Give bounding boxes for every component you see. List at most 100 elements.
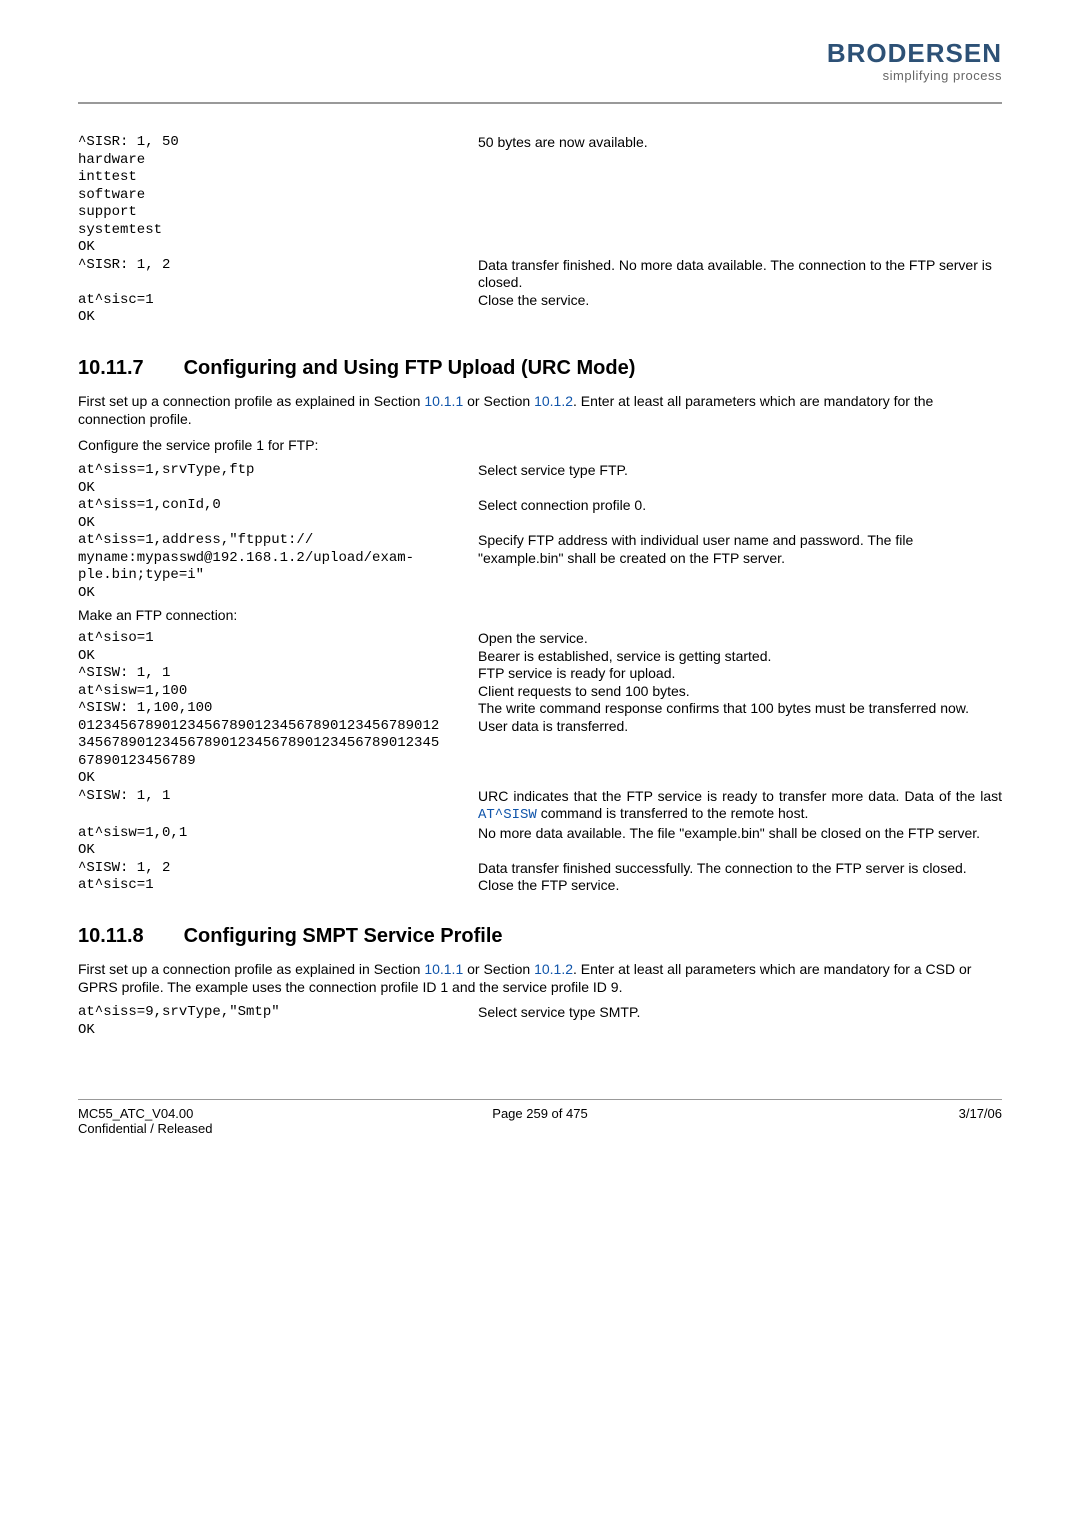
code-explain-row: OK: [78, 480, 1002, 498]
explanation-text: User data is transferred.: [478, 718, 1002, 771]
terminal-text: OK: [78, 480, 478, 498]
section-number: 10.11.8: [78, 925, 178, 948]
text: First set up a connection profile as exp…: [78, 961, 424, 977]
code-explain-row: at^siss=1,srvType,ftpSelect service type…: [78, 462, 1002, 480]
text: or Section: [463, 393, 534, 409]
explanation-text: Close the FTP service.: [478, 877, 1002, 895]
code-explain-row: ^SISW: 1,100,100The write command respon…: [78, 700, 1002, 718]
terminal-text: software: [78, 187, 478, 205]
explanation-text: [478, 222, 1002, 240]
make-connection-line: Make an FTP connection:: [78, 606, 1002, 624]
code-explain-row: OK: [78, 770, 1002, 788]
terminal-text: ^SISW: 1,100,100: [78, 700, 478, 718]
terminal-text: inttest: [78, 169, 478, 187]
code-explain-row: systemtest: [78, 222, 1002, 240]
terminal-text: systemtest: [78, 222, 478, 240]
section-heading-10-11-8: 10.11.8 Configuring SMPT Service Profile: [78, 925, 1002, 948]
code-explain-row: at^sisw=1,0,1No more data available. The…: [78, 825, 1002, 843]
xref-link[interactable]: 10.1.1: [424, 961, 463, 977]
code-explain-block-conn: at^siso=1Open the service.OKBearer is es…: [78, 630, 1002, 895]
explanation-text: 50 bytes are now available.: [478, 134, 1002, 152]
code-explain-block-1: ^SISR: 1, 5050 bytes are now available.h…: [78, 134, 1002, 327]
explanation-text: Select service type FTP.: [478, 462, 1002, 480]
explanation-text: [478, 309, 1002, 327]
terminal-text: at^siss=9,srvType,"Smtp": [78, 1004, 478, 1022]
terminal-text: OK: [78, 239, 478, 257]
header-rule: [78, 102, 1002, 104]
logo-text: BRODERSEN: [827, 38, 1002, 68]
xref-link[interactable]: 10.1.1: [424, 393, 463, 409]
footer-center: Page 259 of 475: [386, 1106, 694, 1136]
explanation-text: Client requests to send 100 bytes.: [478, 683, 1002, 701]
explanation-text: Open the service.: [478, 630, 1002, 648]
terminal-text: OK: [78, 770, 478, 788]
configure-line: Configure the service profile 1 for FTP:: [78, 436, 1002, 454]
code-explain-row: at^siso=1Open the service.: [78, 630, 1002, 648]
explanation-text: Data transfer finished. No more data ava…: [478, 257, 1002, 292]
section-number: 10.11.7: [78, 357, 178, 380]
terminal-text: at^sisw=1,100: [78, 683, 478, 701]
section-heading-10-11-7: 10.11.7 Configuring and Using FTP Upload…: [78, 357, 1002, 380]
text: First set up a connection profile as exp…: [78, 393, 424, 409]
terminal-text: ^SISW: 1, 1: [78, 788, 478, 825]
terminal-text: support: [78, 204, 478, 222]
terminal-text: OK: [78, 648, 478, 666]
terminal-text: at^siss=1,conId,0: [78, 497, 478, 515]
code-explain-row: at^siss=1,address,"ftpput:// myname:mypa…: [78, 532, 1002, 585]
explanation-text: [478, 1022, 1002, 1040]
code-explain-row: at^siss=9,srvType,"Smtp"Select service t…: [78, 1004, 1002, 1022]
explanation-text: [478, 515, 1002, 533]
terminal-text: ^SISR: 1, 50: [78, 134, 478, 152]
code-explain-row: OK: [78, 309, 1002, 327]
text: URC indicates that the FTP service is re…: [478, 788, 1002, 804]
text: or Section: [463, 961, 534, 977]
section8-intro: First set up a connection profile as exp…: [78, 960, 1002, 996]
terminal-text: ^SISR: 1, 2: [78, 257, 478, 292]
footer-rule: [78, 1099, 1002, 1100]
explanation-text: Bearer is established, service is gettin…: [478, 648, 1002, 666]
code-explain-row: ^SISR: 1, 5050 bytes are now available.: [78, 134, 1002, 152]
explanation-text: Select connection profile 0.: [478, 497, 1002, 515]
inline-code: AT^SISW: [478, 807, 537, 823]
footer-right: 3/17/06: [694, 1106, 1002, 1136]
explanation-text: [478, 204, 1002, 222]
explanation-text: [478, 169, 1002, 187]
terminal-text: OK: [78, 515, 478, 533]
footer-left: MC55_ATC_V04.00 Confidential / Released: [78, 1106, 386, 1136]
terminal-text: at^siso=1: [78, 630, 478, 648]
doc-class: Confidential / Released: [78, 1121, 386, 1136]
terminal-text: OK: [78, 1022, 478, 1040]
terminal-text: at^siss=1,srvType,ftp: [78, 462, 478, 480]
xref-link[interactable]: 10.1.2: [534, 961, 573, 977]
page-footer: MC55_ATC_V04.00 Confidential / Released …: [78, 1106, 1002, 1136]
code-explain-row: inttest: [78, 169, 1002, 187]
code-explain-row: at^siss=1,conId,0Select connection profi…: [78, 497, 1002, 515]
code-explain-row: support: [78, 204, 1002, 222]
text: command is transferred to the remote hos…: [537, 805, 809, 821]
terminal-text: OK: [78, 842, 478, 860]
brand-logo-block: BRODERSEN simplifying process: [827, 40, 1002, 83]
explanation-text: No more data available. The file "exampl…: [478, 825, 1002, 843]
explanation-text: FTP service is ready for upload.: [478, 665, 1002, 683]
code-explain-row: hardware: [78, 152, 1002, 170]
code-explain-row: software: [78, 187, 1002, 205]
code-explain-block-sec8: at^siss=9,srvType,"Smtp"Select service t…: [78, 1004, 1002, 1039]
section-title: Configuring and Using FTP Upload (URC Mo…: [184, 357, 636, 379]
xref-link[interactable]: 10.1.2: [534, 393, 573, 409]
code-explain-row: OK: [78, 1022, 1002, 1040]
explanation-text: Close the service.: [478, 292, 1002, 310]
code-explain-row: ^SISR: 1, 2Data transfer finished. No mo…: [78, 257, 1002, 292]
page-number: Page 259 of 475: [386, 1106, 694, 1121]
brand-tagline: simplifying process: [827, 68, 1002, 83]
terminal-text: OK: [78, 585, 478, 603]
explanation-text: Data transfer finished successfully. The…: [478, 860, 1002, 878]
terminal-text: at^sisw=1,0,1: [78, 825, 478, 843]
terminal-text: 0123456789012345678901234567890123456789…: [78, 718, 478, 771]
code-explain-row: OKBearer is established, service is gett…: [78, 648, 1002, 666]
doc-id: MC55_ATC_V04.00: [78, 1106, 386, 1121]
code-explain-row: OK: [78, 239, 1002, 257]
section7-intro: First set up a connection profile as exp…: [78, 392, 1002, 428]
terminal-text: ^SISW: 1, 2: [78, 860, 478, 878]
code-explain-row: ^SISW: 1, 1FTP service is ready for uplo…: [78, 665, 1002, 683]
explanation-text: [478, 152, 1002, 170]
